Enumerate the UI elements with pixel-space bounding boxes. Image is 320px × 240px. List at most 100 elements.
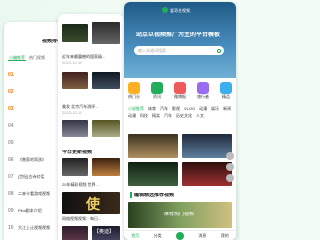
travel-icon <box>197 82 209 94</box>
featured-thumbnail[interactable]: 使 <box>62 192 120 214</box>
hero-banner: 爱奇艺视频 站点以视频推广为主的平台模板 输入关键词搜索 <box>124 2 236 78</box>
rank-number: 07 <box>8 173 14 180</box>
nav-label: 精品 <box>222 94 230 99</box>
tag-item[interactable]: 新闻 <box>223 106 231 111</box>
star-icon <box>220 82 232 94</box>
showcase-stage: 视频排行 小编推荐 热门视频 01 02 03 04 05 06 《曾家的男孩》… <box>0 0 240 240</box>
list-item[interactable]: 03 <box>8 100 64 117</box>
rank-number: 10 <box>8 224 14 231</box>
tab-hot[interactable]: 热门视频 <box>29 55 45 61</box>
section-marker <box>130 192 132 198</box>
video-thumbnail[interactable] <box>92 120 120 137</box>
nav-item[interactable]: 旅行者 <box>197 82 209 99</box>
ranking-tabs: 小编推荐 热门视频 <box>8 55 45 61</box>
nav-home[interactable]: 首页 <box>131 233 139 238</box>
video-thumbnail[interactable] <box>92 158 120 176</box>
brand-logo: 爱奇艺视频 <box>162 7 190 13</box>
nav-icons: 热门分 资讯 微博报 旅行者 精品 <box>128 82 232 99</box>
tag-cloud: 小说推荐 体育 汽车 影视 VLOG 动漫 娱乐 新闻 动漫 科技 搞笑 汽车 … <box>128 106 232 118</box>
back-to-top-icon[interactable] <box>226 152 234 160</box>
nav-profile[interactable]: 我的 <box>221 233 229 238</box>
message-icon[interactable] <box>226 174 234 182</box>
nav-messages[interactable]: 消息 <box>198 233 206 238</box>
video-thumbnail[interactable]: 【奥迪】 <box>92 226 120 240</box>
nav-label: 热门分 <box>128 94 140 99</box>
nav-label: 旅行者 <box>197 94 209 99</box>
rank-number: 03 <box>8 105 14 112</box>
video-thumbnail[interactable] <box>182 134 232 158</box>
item-title: 二来卡看游戏视频 <box>18 191 50 196</box>
section-header: 编辑精选推荐视频 <box>130 192 174 198</box>
list-item[interactable]: 10 大江上让视频视频 <box>8 219 64 236</box>
list-item[interactable]: 02 <box>8 83 64 100</box>
video-caption: 美发 北京汽车测评... <box>62 104 99 109</box>
ranking-header: 视频排行 <box>4 22 66 44</box>
video-thumbnail[interactable] <box>62 120 88 137</box>
ranking-phone: 视频排行 小编推荐 热门视频 01 02 03 04 05 06 《曾家的男孩》… <box>4 22 66 240</box>
video-date: 2023-12-10 <box>62 110 83 115</box>
list-item[interactable]: 09 Pilot剧本介绍 <box>8 202 64 219</box>
video-thumbnail[interactable] <box>92 72 120 89</box>
tag-item[interactable]: 小说推荐 <box>128 106 144 111</box>
search-bar[interactable]: 输入关键词搜索 <box>134 46 224 55</box>
tag-item[interactable]: 科技 <box>140 113 148 118</box>
section-title: 编辑精选推荐视频 <box>134 192 175 198</box>
logo-icon <box>162 7 168 13</box>
tag-item[interactable]: 汽车 <box>164 113 172 118</box>
search-input[interactable]: 输入关键词搜索 <box>138 48 166 53</box>
rank-number: 08 <box>8 190 14 197</box>
list-item[interactable]: 01 <box>8 66 64 83</box>
video-thumbnail[interactable] <box>92 22 120 44</box>
thumb-label: 【奥迪】 <box>94 229 115 235</box>
video-thumbnail[interactable] <box>62 158 88 176</box>
tag-item[interactable]: 汽车 <box>160 106 168 111</box>
home-phone: 爱奇艺视频 站点以视频推广为主的平台模板 输入关键词搜索 热门分 资讯 微博报 <box>124 2 236 240</box>
weibo-icon <box>174 82 186 94</box>
video-thumbnail[interactable] <box>128 162 178 186</box>
header-text: 站点以视频推广为主的平台模板 <box>136 32 221 38</box>
tag-item[interactable]: 娱乐 <box>211 106 219 111</box>
rank-number: 04 <box>8 122 14 129</box>
list-item[interactable]: 06 《曾家的男孩》 <box>8 151 64 168</box>
list-item[interactable]: 07 [世纪]古诗对话 <box>8 168 64 185</box>
video-thumbnail[interactable] <box>62 24 88 42</box>
featured-banner[interactable]: 推荐热门视频 <box>128 202 232 228</box>
tag-item[interactable]: VLOG <box>184 106 195 111</box>
rank-number: 01 <box>8 71 14 78</box>
rank-number: 06 <box>8 156 14 163</box>
nav-category[interactable]: 分类 <box>154 233 162 238</box>
rank-number: 02 <box>8 88 14 95</box>
bottom-nav: 首页 分类 消息 我的 <box>124 230 236 240</box>
list-item[interactable]: 08 二来卡看游戏视频 <box>8 185 64 202</box>
nav-item[interactable]: 热门分 <box>128 82 140 99</box>
tag-item[interactable]: 历史文化 <box>176 113 192 118</box>
item-title: [世纪]古诗对话 <box>18 174 45 179</box>
ranking-list: 01 02 03 04 05 06 《曾家的男孩》 07 [世纪]古诗对话 08… <box>8 66 64 236</box>
video-caption: 20年精彩视频 世界... <box>62 182 99 187</box>
tag-item[interactable]: 人文 <box>196 113 204 118</box>
search-icon[interactable] <box>217 48 221 53</box>
list-item[interactable]: 04 <box>8 117 64 134</box>
fire-icon <box>128 82 140 94</box>
video-thumbnail[interactable] <box>62 72 88 89</box>
video-thumbnail[interactable] <box>182 162 232 186</box>
video-caption: 网络视频视频：每日... <box>62 216 102 221</box>
tag-item[interactable]: 体育 <box>148 106 156 111</box>
nav-label: 微博报 <box>174 94 186 99</box>
nav-item[interactable]: 微博报 <box>174 82 186 99</box>
brand-name: 爱奇艺视频 <box>170 7 190 13</box>
rank-number: 05 <box>8 139 14 146</box>
share-icon[interactable] <box>226 163 234 171</box>
tab-recommend[interactable]: 小编推荐 <box>8 55 26 61</box>
tag-item[interactable]: 动漫 <box>199 106 207 111</box>
video-thumbnail[interactable] <box>128 134 178 158</box>
list-item[interactable]: 05 <box>8 134 64 151</box>
nav-item[interactable]: 资讯 <box>151 82 163 99</box>
tag-item[interactable]: 影视 <box>172 106 180 111</box>
publish-icon[interactable] <box>175 231 184 240</box>
video-thumbnail[interactable] <box>62 226 88 240</box>
nav-item[interactable]: 精品 <box>220 82 232 99</box>
tag-item[interactable]: 动漫 <box>128 113 136 118</box>
item-title: 《曾家的男孩》 <box>18 157 46 162</box>
tag-item[interactable]: 搞笑 <box>152 113 160 118</box>
